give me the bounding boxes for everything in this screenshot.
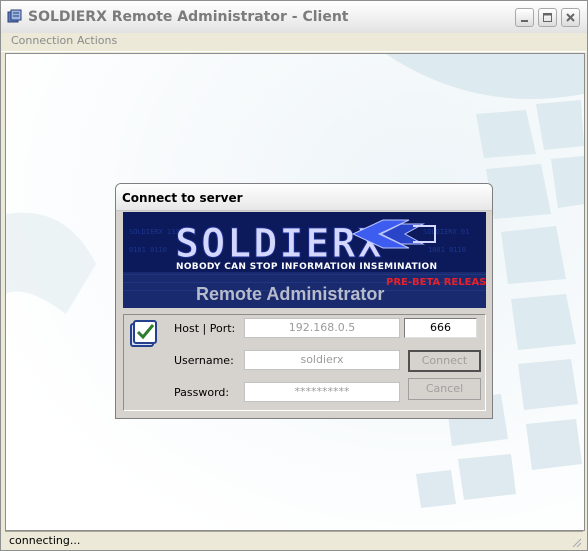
svg-text:SOLDIERX 01: SOLDIERX 01 [423,228,469,236]
connect-button[interactable]: Connect [408,350,481,372]
close-icon [566,13,575,22]
minimize-button[interactable] [515,8,534,27]
app-window: SOLDIERX Remote Administrator - Client C… [0,0,588,551]
banner-subtitle: Remote Administrator [196,284,385,304]
svg-text:0101 0110: 0101 0110 [129,246,167,254]
password-input[interactable]: ********** [244,382,400,402]
title-bar[interactable]: SOLDIERX Remote Administrator - Client [1,1,587,33]
svg-text:1001 0110: 1001 0110 [428,246,466,254]
minimize-icon [521,20,528,22]
maximize-icon [543,13,552,22]
menu-connection[interactable]: Connection [11,34,73,47]
menu-bar: Connection Actions [1,33,587,52]
port-input[interactable]: 666 [404,318,477,338]
cancel-button[interactable]: Cancel [408,378,481,400]
dialog-title-bar[interactable]: Connect to server [116,184,492,211]
username-label: Username: [174,354,234,367]
close-button[interactable] [561,8,580,27]
menu-actions[interactable]: Actions [77,34,117,47]
status-bar: connecting... [5,531,583,549]
window-title: SOLDIERX Remote Administrator - Client [28,9,349,25]
app-icon [7,9,22,23]
password-label: Password: [174,386,230,399]
dialog-title: Connect to server [122,191,243,205]
prerelease-badge: PRE-BETA RELEASE [386,277,486,288]
status-text: connecting... [9,534,81,547]
resize-grip-icon[interactable] [570,536,582,548]
connection-form: Host | Port: 192.168.0.5 666 Username: s… [123,314,486,411]
connect-form-icon [130,320,157,347]
banner-logo: SOLDIERX [175,221,384,267]
banner-tagline: NOBODY CAN STOP INFORMATION INSEMINATION [176,262,438,272]
username-input[interactable]: soldierx [244,350,400,370]
connect-dialog: Connect to server SOLDIERX 1337 SOLDIERX… [115,183,493,419]
host-input[interactable]: 192.168.0.5 [244,318,400,338]
banner: SOLDIERX 1337 SOLDIERX 01 0101 0110 1001… [123,212,486,308]
maximize-button[interactable] [538,8,557,27]
host-port-label: Host | Port: [174,322,236,335]
